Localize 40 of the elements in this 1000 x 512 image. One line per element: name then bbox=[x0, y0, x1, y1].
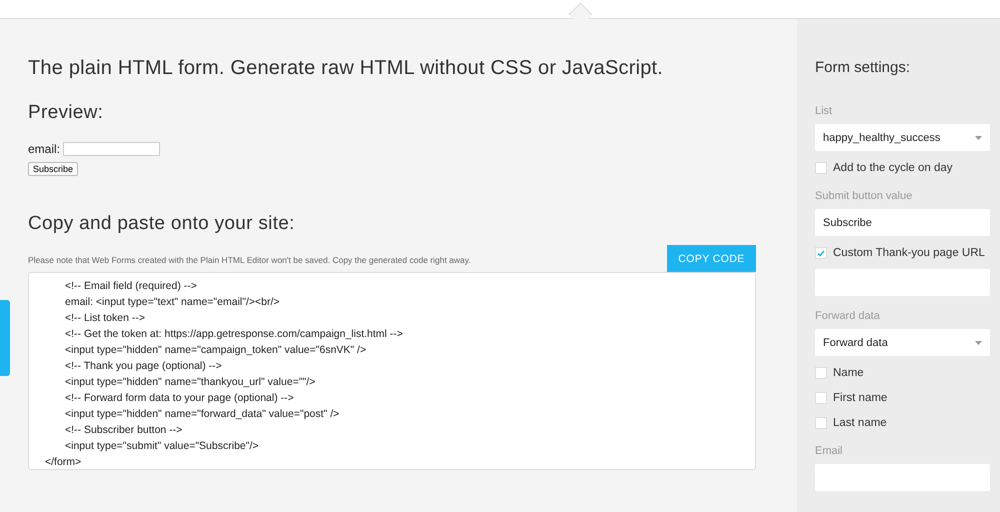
code-line: <!-- Thank you page (optional) --> bbox=[64, 359, 223, 374]
checkbox[interactable] bbox=[815, 367, 827, 379]
code-line: <input type="submit" value="Subscribe"/> bbox=[64, 439, 260, 454]
field-label: Submit button value bbox=[815, 190, 914, 202]
code-line: <!-- Forward form data to your page (optional) --> bbox=[64, 391, 295, 406]
checkbox[interactable] bbox=[815, 417, 827, 429]
code-line: <!-- Email field (required) --> bbox=[64, 279, 198, 294]
field-label: Email bbox=[815, 445, 844, 457]
code-line: <!-- Subscriber button --> bbox=[64, 423, 184, 438]
checkbox-label: Last name bbox=[833, 417, 887, 429]
checkbox-label: Custom Thank-you page URL bbox=[833, 247, 985, 259]
checkbox[interactable] bbox=[815, 392, 827, 404]
field-label: email: bbox=[28, 142, 60, 156]
section-heading: Copy and paste onto your site: bbox=[28, 213, 296, 235]
code-line: <!-- Get the token at: https://app.getresponse.com/campaign_list.html --> bbox=[64, 327, 404, 342]
code-line: </form> bbox=[45, 455, 82, 469]
field-label: Forward data bbox=[815, 310, 881, 322]
section-heading: Preview: bbox=[28, 102, 104, 124]
subscribe-button[interactable]: Subscribe bbox=[28, 162, 78, 176]
code-line: <input type="hidden" name="forward_data" value="post" /> bbox=[64, 407, 340, 422]
dropdown[interactable]: Forward data bbox=[815, 329, 990, 356]
page-title: The plain HTML form. Generate raw HTML without CSS or JavaScript. bbox=[28, 57, 664, 80]
code-line: <input type="hidden" name="campaign_token" value="6snVK" /> bbox=[64, 343, 368, 358]
checkbox-label: First name bbox=[833, 392, 888, 404]
text-field[interactable]: Subscribe bbox=[815, 209, 990, 236]
caret-icon bbox=[975, 136, 982, 140]
field-label: List bbox=[815, 105, 834, 117]
dropdown[interactable]: happy_healthy_success bbox=[815, 124, 990, 151]
code-line: <input type="hidden" name="thankyou_url" value=""/> bbox=[64, 375, 316, 390]
side-tab[interactable] bbox=[0, 300, 10, 376]
code-line: <!-- List token --> bbox=[64, 311, 146, 326]
checkbox-label: Name bbox=[833, 367, 864, 379]
checkbox[interactable] bbox=[815, 162, 827, 174]
checkbox-label: Add to the cycle on day bbox=[833, 162, 953, 174]
note-text: Please note that Web Forms created with the Plain HTML Editor won't be saved. Copy the generated code right away. bbox=[28, 255, 471, 267]
checkbox[interactable] bbox=[815, 247, 827, 259]
email-field[interactable] bbox=[63, 142, 160, 156]
code-line: email: <input type="text" name="email"/><br/> bbox=[64, 295, 281, 310]
caret-icon bbox=[975, 340, 982, 344]
sidebar-title: Form settings: bbox=[815, 59, 912, 76]
